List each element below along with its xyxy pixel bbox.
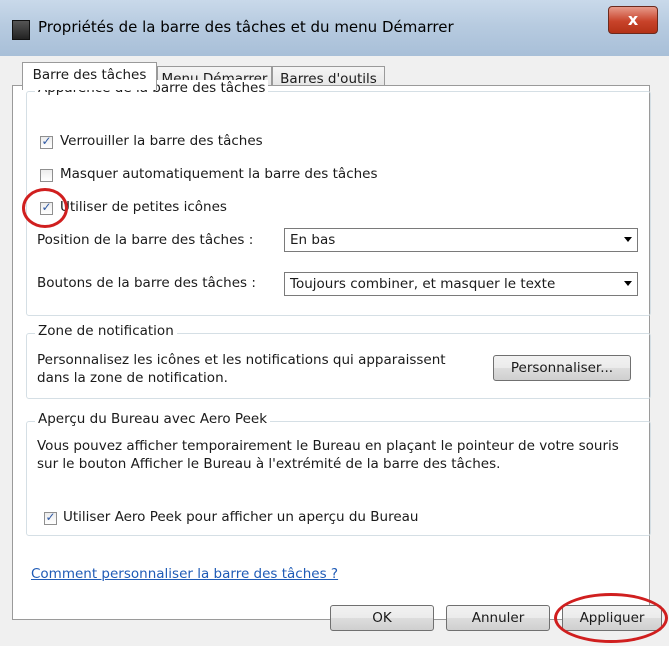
cancel-button[interactable]: Annuler [446,605,550,631]
tab-taskbar[interactable]: Barre des tâches [22,62,157,90]
chevron-down-icon [624,237,632,242]
window-title: Propriétés de la barre des tâches et du … [38,18,454,36]
aero-text-line1: Vous pouvez afficher temporairement le B… [37,438,619,454]
chevron-down-icon [624,281,632,286]
close-icon: x [627,10,639,29]
check-mark-icon: ✓ [45,510,56,524]
buttons-select[interactable]: Toujours combiner, et masquer le texte [284,272,638,296]
buttons-label: Boutons de la barre des tâches : [37,275,256,291]
highlight-circle-apply [554,593,668,643]
buttons-value: Toujours combiner, et masquer le texte [290,276,556,292]
lock-taskbar-label: Verrouiller la barre des tâches [60,133,263,149]
notification-text-line1: Personnalisez les icônes et les notifica… [37,352,446,368]
notification-group-label: Zone de notification [35,323,177,339]
close-button[interactable]: x [608,6,658,34]
notification-text-line2: dans la zone de notification. [37,370,228,386]
aero-peek-label: Utiliser Aero Peek pour afficher un aper… [63,509,419,525]
autohide-label: Masquer automatiquement la barre des tâc… [60,166,378,182]
highlight-circle-small-icons [22,188,68,228]
window-icon [12,20,30,40]
taskbar-properties-window: Propriétés de la barre des tâches et du … [0,0,669,646]
aero-text-line2: sur le bouton Afficher le Bureau à l'ext… [37,456,501,472]
check-mark-icon: ✓ [41,134,52,148]
position-label: Position de la barre des tâches : [37,232,254,248]
autohide-checkbox[interactable] [40,169,53,182]
position-select[interactable]: En bas [284,228,638,252]
help-link[interactable]: Comment personnaliser la barre des tâche… [31,566,338,582]
position-value: En bas [290,232,336,248]
customize-button[interactable]: Personnaliser... [493,355,631,381]
small-icons-label: Utiliser de petites icônes [60,199,227,215]
title-bar[interactable]: Propriétés de la barre des tâches et du … [0,0,669,56]
lock-taskbar-checkbox[interactable]: ✓ [40,134,53,149]
aero-peek-checkbox[interactable]: ✓ [44,510,57,525]
aero-peek-group-label: Aperçu du Bureau avec Aero Peek [35,411,271,427]
ok-button[interactable]: OK [330,605,434,631]
